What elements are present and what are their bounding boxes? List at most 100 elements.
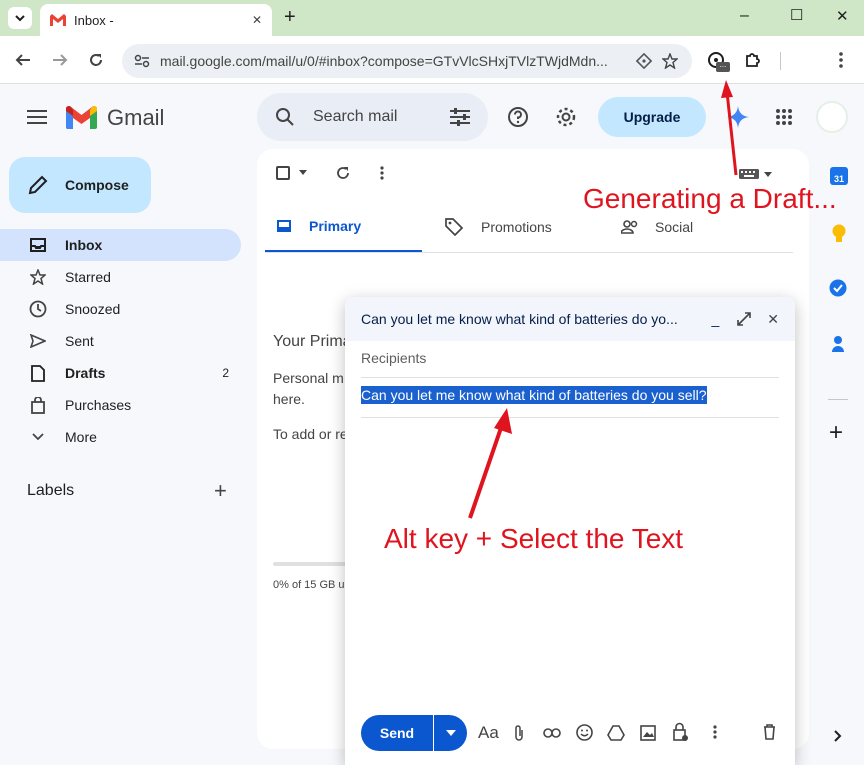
chevron-down-icon: [15, 15, 25, 22]
discard-draft-icon[interactable]: [763, 724, 776, 740]
side-panel-divider: [828, 399, 848, 400]
tab-primary[interactable]: Primary: [265, 201, 422, 253]
input-dropdown-icon[interactable]: [764, 172, 772, 177]
sidebar-item-label: Snoozed: [65, 301, 121, 317]
keep-bulb-icon[interactable]: [832, 224, 846, 244]
select-dropdown-icon[interactable]: [299, 170, 307, 175]
install-app-icon[interactable]: [636, 53, 652, 69]
formatting-options-button[interactable]: Aa: [478, 723, 499, 743]
refresh-icon[interactable]: [336, 166, 350, 180]
search-icon[interactable]: [275, 107, 295, 127]
tab-promotions[interactable]: Promotions: [445, 201, 605, 253]
window-minimize-button[interactable]: –: [740, 7, 749, 25]
new-tab-button[interactable]: +: [284, 6, 296, 29]
reload-icon[interactable]: [88, 52, 104, 68]
tabs-divider: [265, 252, 793, 253]
url-text: mail.google.com/mail/u/0/#inbox?compose=…: [160, 53, 608, 69]
inbox-icon: [30, 238, 46, 252]
address-bar[interactable]: mail.google.com/mail/u/0/#inbox?compose=…: [122, 44, 692, 78]
keyboard-input-icon[interactable]: [739, 169, 759, 179]
empty-state-line2: here.: [273, 391, 305, 407]
sidebar-item-snoozed[interactable]: Snoozed: [0, 293, 241, 325]
browser-tab-inbox[interactable]: Inbox - ✕: [40, 4, 272, 36]
extension-draft-icon[interactable]: ...: [708, 52, 732, 76]
site-settings-icon[interactable]: [134, 54, 150, 68]
tab-close-icon[interactable]: ✕: [252, 13, 262, 27]
sidebar-item-sent[interactable]: Sent: [0, 325, 241, 357]
recipients-field[interactable]: Recipients: [361, 350, 779, 378]
search-bar[interactable]: Search mail: [257, 93, 488, 141]
gemini-sparkle-icon[interactable]: [727, 106, 749, 128]
add-addon-icon[interactable]: +: [829, 419, 843, 447]
minimize-icon[interactable]: _: [711, 311, 719, 327]
storage-bar: [273, 562, 353, 566]
tasks-check-icon[interactable]: [829, 279, 847, 297]
select-all-checkbox[interactable]: [276, 166, 290, 180]
tab-primary-label: Primary: [309, 217, 362, 234]
inbox-tab-icon: [277, 219, 291, 232]
caret-down-icon: [445, 730, 456, 736]
insert-photo-icon[interactable]: [640, 725, 656, 741]
tab-promotions-label: Promotions: [481, 219, 552, 235]
empty-state-title: Your Prima: [273, 333, 352, 350]
upgrade-button[interactable]: Upgrade: [598, 97, 706, 137]
gmail-logo-text: Gmail: [107, 105, 165, 130]
back-arrow-icon[interactable]: [15, 52, 31, 68]
tag-icon: [445, 218, 463, 236]
drafts-count: 2: [222, 366, 229, 380]
insert-link-icon[interactable]: [543, 728, 561, 738]
compose-header[interactable]: Can you let me know what kind of batteri…: [345, 297, 795, 341]
more-compose-options-icon[interactable]: [713, 725, 717, 739]
sidebar-item-label: Inbox: [65, 237, 103, 253]
bookmark-star-icon[interactable]: [662, 53, 678, 69]
sidebar-item-starred[interactable]: Starred: [0, 261, 241, 293]
help-icon[interactable]: [507, 106, 529, 128]
compose-button[interactable]: Compose: [9, 157, 151, 213]
expand-icon[interactable]: [737, 312, 752, 326]
people-icon: [621, 220, 638, 234]
search-options-icon[interactable]: [450, 108, 470, 126]
window-maximize-button[interactable]: ☐: [790, 6, 803, 24]
compose-title: Can you let me know what kind of batteri…: [361, 311, 678, 327]
star-icon: [30, 269, 46, 285]
tab-search-button[interactable]: [8, 7, 32, 29]
extensions-puzzle-icon[interactable]: [744, 51, 762, 69]
send-button-group: Send: [361, 715, 467, 751]
message-body[interactable]: [361, 427, 779, 697]
settings-gear-icon[interactable]: [555, 106, 577, 128]
browser-tab-strip: Inbox - ✕ + – ☐ ✕: [0, 0, 864, 36]
main-menu-icon[interactable]: [27, 109, 47, 125]
more-options-icon[interactable]: [380, 166, 384, 180]
emoji-icon[interactable]: [576, 724, 593, 741]
sidebar-item-more[interactable]: More: [0, 421, 241, 453]
window-close-button[interactable]: ✕: [836, 7, 849, 25]
gmail-logo-icon[interactable]: [66, 106, 97, 129]
sidebar-item-purchases[interactable]: Purchases: [0, 389, 241, 421]
google-drive-icon[interactable]: [607, 725, 625, 741]
subject-selected-text: Can you let me know what kind of batteri…: [361, 386, 707, 404]
browser-toolbar: mail.google.com/mail/u/0/#inbox?compose=…: [0, 36, 864, 84]
gmail-favicon-icon: [50, 14, 66, 26]
close-compose-icon[interactable]: ✕: [767, 311, 779, 328]
storage-text: 0% of 15 GB u: [273, 579, 345, 591]
subject-field[interactable]: Can you let me know what kind of batteri…: [361, 386, 779, 418]
tab-title: Inbox -: [74, 12, 114, 28]
compose-label: Compose: [65, 177, 129, 193]
sidebar-item-drafts[interactable]: Drafts 2: [0, 357, 241, 389]
google-apps-icon[interactable]: [776, 109, 792, 125]
search-input[interactable]: Search mail: [313, 108, 450, 126]
attach-file-icon[interactable]: [514, 724, 524, 742]
send-button[interactable]: Send: [361, 715, 433, 751]
clock-icon: [29, 300, 47, 318]
send-options-button[interactable]: [434, 715, 467, 751]
add-label-icon[interactable]: +: [214, 478, 227, 504]
annotation-generating-draft: Generating a Draft...: [583, 183, 837, 214]
confidential-mode-icon[interactable]: [672, 722, 688, 742]
sidebar-item-inbox[interactable]: Inbox: [0, 229, 241, 261]
chrome-menu-icon[interactable]: [838, 50, 844, 70]
draft-file-icon: [31, 364, 45, 382]
contacts-person-icon[interactable]: [832, 335, 844, 353]
side-panel-toggle-icon[interactable]: [834, 730, 842, 742]
account-avatar[interactable]: [816, 101, 848, 133]
forward-arrow-icon[interactable]: [52, 52, 68, 68]
